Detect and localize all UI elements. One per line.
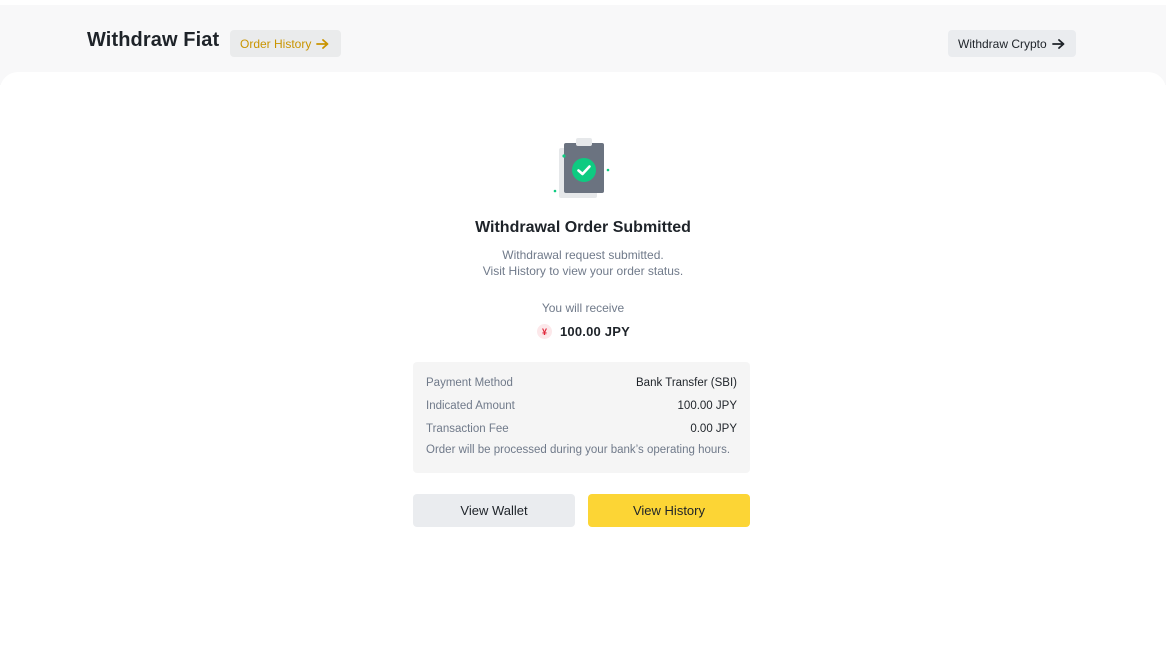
result-description-line2: Visit History to view your order status. (482, 264, 684, 278)
withdraw-crypto-label: Withdraw Crypto (958, 36, 1047, 51)
detail-row-payment-method: Payment Method Bank Transfer (SBI) (426, 375, 737, 391)
detail-value: 0.00 JPY (690, 423, 737, 435)
detail-value: Bank Transfer (SBI) (636, 377, 737, 389)
arrow-right-icon (1051, 38, 1065, 49)
page-title: Withdraw Fiat (87, 29, 220, 51)
view-history-button[interactable]: View History (588, 494, 750, 527)
arrow-right-icon (316, 38, 329, 49)
receive-amount-row: ¥ 100.00 JPY (537, 324, 630, 339)
detail-label: Indicated Amount (426, 400, 515, 412)
detail-label: Transaction Fee (426, 423, 509, 435)
detail-row-indicated-amount: Indicated Amount 100.00 JPY (426, 398, 737, 414)
processing-note: Order will be processed during your bank… (426, 444, 731, 456)
detail-row-transaction-fee: Transaction Fee 0.00 JPY (426, 421, 737, 437)
clipboard-check-icon (553, 138, 610, 198)
receive-label: You will receive (541, 301, 625, 315)
yen-currency-icon: ¥ (537, 324, 552, 339)
view-wallet-button[interactable]: View Wallet (413, 494, 575, 527)
result-description-line1: Withdrawal request submitted. (502, 248, 664, 262)
withdraw-fiat-page: Withdraw Fiat Order History Withdraw Cry… (0, 0, 1166, 670)
order-details-box: Payment Method Bank Transfer (SBI) Indic… (413, 362, 750, 473)
order-history-label: Order History (240, 36, 312, 51)
receive-amount: 100.00 JPY (560, 324, 630, 339)
order-history-button[interactable]: Order History (230, 30, 341, 57)
result-title: Withdrawal Order Submitted (475, 219, 691, 236)
detail-value: 100.00 JPY (677, 400, 737, 412)
withdraw-crypto-button[interactable]: Withdraw Crypto (948, 30, 1076, 57)
detail-label: Payment Method (426, 377, 513, 389)
